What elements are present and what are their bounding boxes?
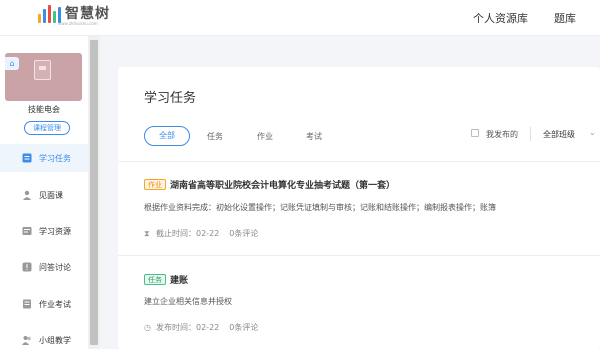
logo-url: www.zhihuishu.com xyxy=(58,21,98,26)
my-published-label[interactable]: 我发布的 xyxy=(486,129,518,140)
sidebar-scrollbar-thumb[interactable] xyxy=(90,40,98,345)
sidebar-item-label: 问答讨论 xyxy=(39,262,71,272)
task-title[interactable]: 湖南省高等职业院校会计电算化专业抽考试题（第一套） xyxy=(170,178,395,191)
sidebar-item-qa[interactable]: 问答讨论 xyxy=(0,253,88,281)
tab-homework[interactable]: 作业 xyxy=(257,131,273,142)
book-icon xyxy=(34,60,51,80)
top-bar: 智慧树 www.zhihuishu.com 个人资源库 题库 我 xyxy=(0,0,600,36)
task-type-badge: 作业 xyxy=(144,179,166,190)
task-title[interactable]: 建账 xyxy=(170,273,188,286)
task-deadline: 截止时间：02-22 xyxy=(156,229,220,238)
sidebar-item-label: 作业考试 xyxy=(39,299,71,309)
task-type-badge: 任务 xyxy=(144,274,166,285)
task-meta: ⧗ 截止时间：02-22 0条评论 xyxy=(144,228,258,239)
tab-task[interactable]: 任务 xyxy=(207,131,223,142)
chevron-down-icon[interactable]: ⌄ xyxy=(589,128,596,137)
sidebar-item-label: 小组教学 xyxy=(39,335,71,345)
home-icon[interactable]: ⌂ xyxy=(5,57,19,70)
top-nav: 个人资源库 题库 我 xyxy=(473,0,600,36)
sidebar-item-label: 学习任务 xyxy=(39,153,71,163)
sidebar-item-homework[interactable]: 作业考试 xyxy=(0,290,88,318)
task-description: 根据作业资料完成：初始化设置操作；记账凭证填制与审核；记账和结账操作；编制报表操… xyxy=(144,203,496,212)
qa-icon xyxy=(22,262,32,272)
person-icon xyxy=(23,190,31,200)
sidebar-item-meeting[interactable]: 见面课 xyxy=(0,181,88,209)
clock-icon: ◷ xyxy=(144,323,151,332)
nav-resource-library[interactable]: 个人资源库 xyxy=(473,10,528,26)
filter-divider xyxy=(530,127,531,141)
list-divider xyxy=(118,255,600,256)
task-comments[interactable]: 0条评论 xyxy=(229,322,258,333)
task-description: 建立企业相关信息并授权 xyxy=(144,297,232,306)
list-divider xyxy=(118,161,600,162)
sidebar-item-resources[interactable]: 学习资源 xyxy=(0,217,88,245)
page-title: 学习任务 xyxy=(144,91,197,106)
my-published-checkbox[interactable] xyxy=(471,129,479,137)
sidebar-item-learning-tasks[interactable]: 学习任务 xyxy=(0,144,88,172)
hourglass-icon: ⧗ xyxy=(144,229,150,238)
tab-all[interactable]: 全部 xyxy=(144,126,190,146)
task-publish-time: 发布时间：02-22 xyxy=(156,323,220,332)
task-list-icon xyxy=(22,153,32,163)
nav-question-bank[interactable]: 题库 xyxy=(554,10,576,26)
class-filter-select[interactable]: 全部班级 xyxy=(543,129,575,140)
course-name: 技能电会 xyxy=(28,105,60,114)
group-icon xyxy=(22,336,31,345)
resource-icon xyxy=(22,227,32,235)
sidebar-item-group[interactable]: 小组教学 xyxy=(0,326,88,349)
sidebar-item-label: 学习资源 xyxy=(39,226,71,236)
course-manage-button[interactable]: 课程管理 xyxy=(24,121,70,135)
tab-exam[interactable]: 考试 xyxy=(306,131,322,142)
task-meta: ◷ 发布时间：02-22 0条评论 xyxy=(144,322,258,333)
homework-icon xyxy=(23,299,31,309)
task-comments[interactable]: 0条评论 xyxy=(229,228,258,239)
sidebar-item-label: 见面课 xyxy=(39,190,63,200)
